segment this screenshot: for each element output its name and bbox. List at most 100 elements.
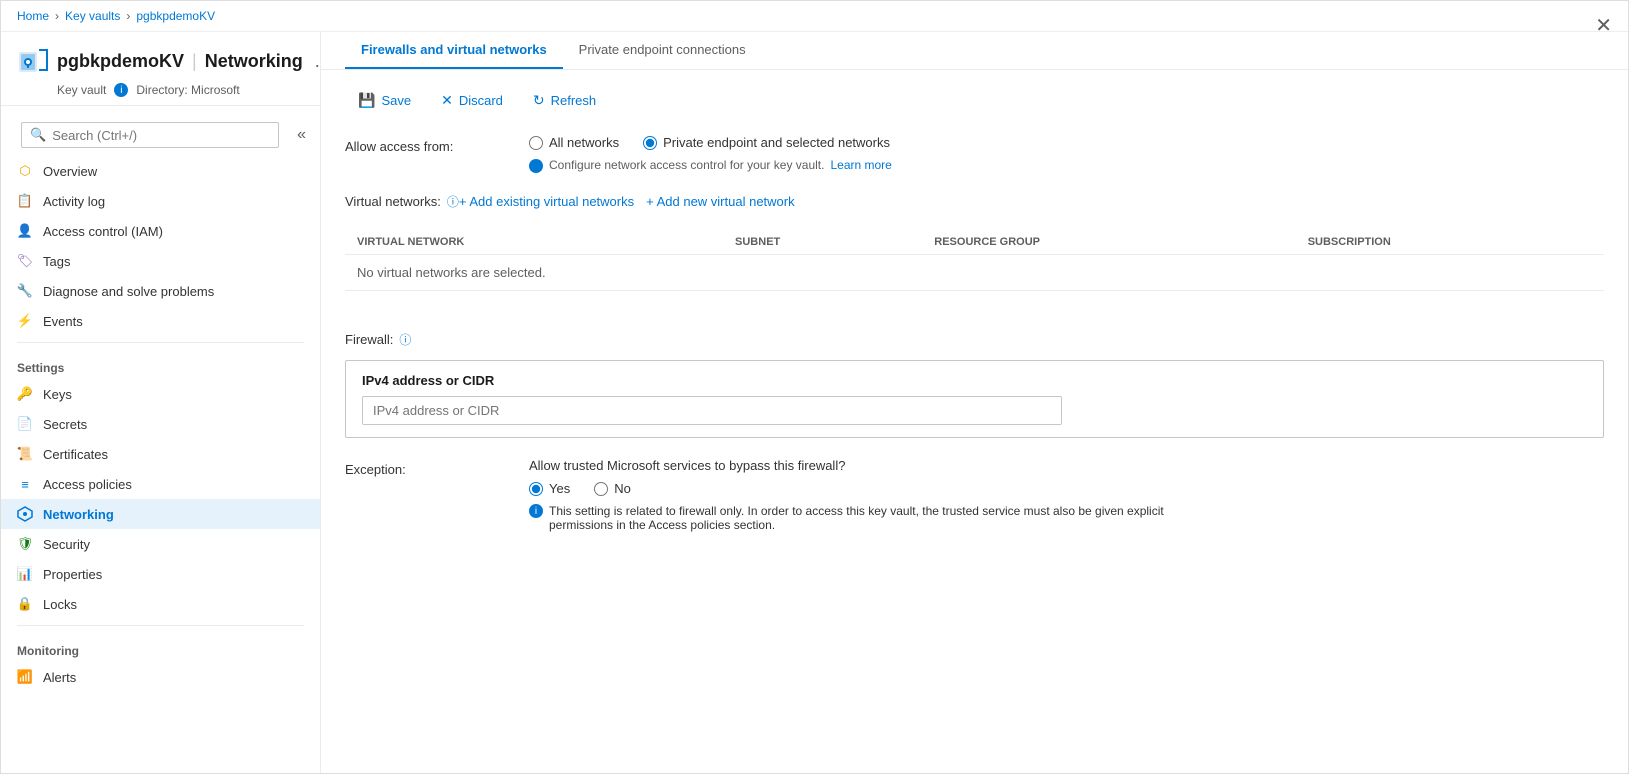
exception-label: Exception: [345, 458, 505, 477]
sidebar-item-diagnose[interactable]: 🔧 Diagnose and solve problems [1, 276, 320, 306]
overview-icon: ⬡ [17, 163, 33, 179]
firewall-label: Firewall: ⓘ [345, 331, 1604, 348]
all-networks-radio[interactable] [529, 136, 543, 150]
nav-label-properties: Properties [43, 567, 102, 582]
collapse-sidebar-button[interactable]: « [291, 124, 312, 146]
sidebar-item-alerts[interactable]: 📶 Alerts [1, 662, 320, 692]
add-new-vnet-button[interactable]: + Add new virtual network [646, 194, 795, 209]
nav-label-activity-log: Activity log [43, 194, 105, 209]
exception-info-message: i This setting is related to firewall on… [529, 504, 1229, 532]
sidebar-item-networking[interactable]: Networking [1, 499, 320, 529]
discard-icon: ✕ [441, 92, 453, 109]
events-icon: ⚡ [17, 313, 33, 329]
no-data-row: No virtual networks are selected. [345, 255, 1604, 291]
col-subnet: SUBNET [723, 230, 922, 255]
vnet-info-icon: ⓘ [447, 193, 459, 210]
exception-description: Allow trusted Microsoft services to bypa… [529, 458, 1604, 473]
nav-label-access-policies: Access policies [43, 477, 132, 492]
nav-label-security: Security [43, 537, 90, 552]
nav-label-diagnose: Diagnose and solve problems [43, 284, 214, 299]
activity-log-icon: 📋 [17, 193, 33, 209]
firewall-info-icon: ⓘ [399, 331, 411, 348]
sidebar-item-keys[interactable]: 🔑 Keys [1, 379, 320, 409]
private-endpoint-label: Private endpoint and selected networks [663, 135, 890, 150]
sidebar-item-secrets[interactable]: 📄 Secrets [1, 409, 320, 439]
breadcrumb-home[interactable]: Home [17, 9, 49, 23]
keys-icon: 🔑 [17, 386, 33, 402]
sidebar-item-access-policies[interactable]: ≡ Access policies [1, 469, 320, 499]
sidebar-item-access-control[interactable]: 👤 Access control (IAM) [1, 216, 320, 246]
alerts-icon: 📶 [17, 669, 33, 685]
certificates-icon: 📜 [17, 446, 33, 462]
ipv4-input[interactable] [362, 396, 1062, 425]
ipv4-box: IPv4 address or CIDR [345, 360, 1604, 438]
search-input[interactable] [52, 128, 270, 143]
exception-yes-option[interactable]: Yes [529, 481, 570, 496]
sidebar-item-security[interactable]: 🛡 Security [1, 529, 320, 559]
exception-no-radio[interactable] [594, 482, 608, 496]
content-body: 💾 Save ✕ Discard ↻ Refresh Allow access … [321, 70, 1628, 568]
exception-info-text: This setting is related to firewall only… [549, 504, 1229, 532]
sidebar-item-activity-log[interactable]: 📋 Activity log [1, 186, 320, 216]
nav-label-keys: Keys [43, 387, 72, 402]
col-resource-group: RESOURCE GROUP [922, 230, 1295, 255]
keyvault-icon [17, 44, 49, 79]
security-icon: 🛡 [17, 536, 33, 552]
exception-radio-group: Yes No [529, 481, 1604, 496]
secrets-icon: 📄 [17, 416, 33, 432]
sidebar: pgbkpdemoKV | Networking ... Key vault i… [1, 32, 321, 773]
refresh-button[interactable]: ↻ Refresh [520, 86, 609, 115]
access-policies-icon: ≡ [17, 476, 33, 492]
nav-divider-monitoring [17, 625, 304, 626]
private-endpoint-radio[interactable] [643, 136, 657, 150]
vnet-actions: + Add existing virtual networks + Add ne… [459, 194, 795, 209]
vnet-section-header: Virtual networks: ⓘ + Add existing virtu… [345, 193, 795, 210]
content-area: Firewalls and virtual networks Private e… [321, 32, 1628, 773]
ipv4-title: IPv4 address or CIDR [362, 373, 1587, 388]
nav-label-events: Events [43, 314, 83, 329]
refresh-icon: ↻ [533, 92, 545, 109]
directory-info-icon: i [114, 83, 128, 97]
exception-yes-radio[interactable] [529, 482, 543, 496]
close-button[interactable]: ✕ [1595, 13, 1612, 38]
private-endpoint-option[interactable]: Private endpoint and selected networks [643, 135, 890, 150]
allow-access-label: Allow access from: [345, 135, 505, 154]
networking-icon [17, 506, 33, 522]
toolbar: 💾 Save ✕ Discard ↻ Refresh [345, 86, 1604, 115]
nav-label-networking: Networking [43, 507, 114, 522]
col-subscription: SUBSCRIPTION [1296, 230, 1604, 255]
exception-no-label: No [614, 481, 631, 496]
save-button[interactable]: 💾 Save [345, 86, 424, 115]
access-radio-group: All networks Private endpoint and select… [529, 135, 1604, 150]
sidebar-item-overview[interactable]: ⬡ Overview [1, 156, 320, 186]
access-info-message: i Configure network access control for y… [529, 158, 1604, 173]
sidebar-item-certificates[interactable]: 📜 Certificates [1, 439, 320, 469]
sidebar-item-properties[interactable]: 📊 Properties [1, 559, 320, 589]
add-existing-vnet-button[interactable]: + Add existing virtual networks [459, 194, 634, 209]
tab-firewalls[interactable]: Firewalls and virtual networks [345, 32, 563, 69]
search-box[interactable]: 🔍 [21, 122, 279, 148]
learn-more-link[interactable]: Learn more [830, 158, 891, 172]
monitoring-section-label: Monitoring [1, 632, 320, 662]
ellipsis-button[interactable]: ... [311, 51, 321, 72]
discard-button[interactable]: ✕ Discard [428, 86, 516, 115]
breadcrumb-resource[interactable]: pgbkpdemoKV [136, 9, 215, 23]
vnet-label: Virtual networks: ⓘ [345, 193, 459, 210]
tab-private-endpoints[interactable]: Private endpoint connections [563, 32, 762, 69]
all-networks-option[interactable]: All networks [529, 135, 619, 150]
sidebar-item-locks[interactable]: 🔒 Locks [1, 589, 320, 619]
nav-label-access-control: Access control (IAM) [43, 224, 163, 239]
search-icon: 🔍 [30, 127, 46, 143]
sidebar-item-tags[interactable]: 🏷 Tags [1, 246, 320, 276]
nav-label-secrets: Secrets [43, 417, 87, 432]
info-icon: i [529, 159, 543, 173]
sidebar-item-events[interactable]: ⚡ Events [1, 306, 320, 336]
resource-name: pgbkpdemoKV [57, 51, 184, 72]
resource-type-label: Key vault [57, 83, 106, 97]
sidebar-navigation: ⬡ Overview 📋 Activity log 👤 Access contr… [1, 156, 320, 773]
breadcrumb-keyvaults[interactable]: Key vaults [65, 9, 120, 23]
exception-no-option[interactable]: No [594, 481, 631, 496]
tab-bar: Firewalls and virtual networks Private e… [321, 32, 1628, 70]
resource-subtitle: Key vault i Directory: Microsoft [57, 83, 304, 97]
resource-page: Networking [205, 51, 303, 72]
